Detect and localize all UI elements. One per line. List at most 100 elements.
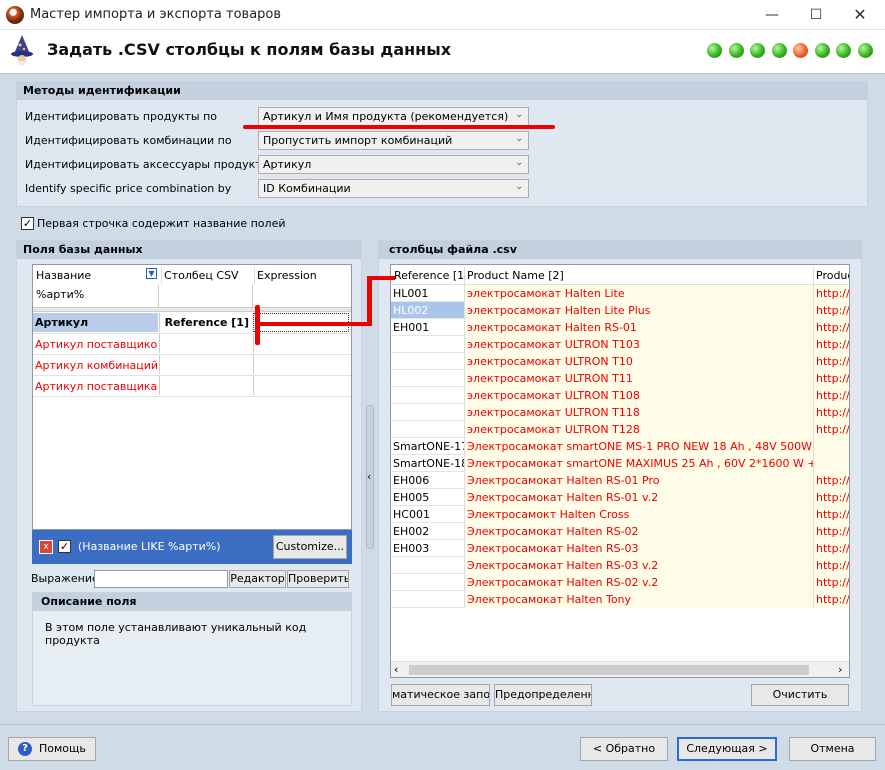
- csv-product-link-cell: http://: [813, 591, 849, 608]
- annotation-connector: [255, 322, 370, 326]
- cancel-button[interactable]: Отмена: [789, 737, 876, 761]
- first-row-checkbox[interactable]: ✓: [21, 217, 34, 230]
- expression-cell[interactable]: [253, 376, 349, 395]
- scroll-left-icon[interactable]: ‹: [394, 663, 398, 676]
- csv-column-cell[interactable]: Reference [1]: [159, 313, 252, 332]
- help-button[interactable]: ? Помощь: [8, 737, 96, 761]
- table-row[interactable]: электросамокат ULTRON T10 http://: [391, 353, 849, 370]
- csv-column-cell[interactable]: [159, 376, 252, 395]
- autofill-button[interactable]: матическое запол: [391, 684, 490, 706]
- table-row[interactable]: EH006 Электросамокат Halten RS-01 Pro http…: [391, 472, 849, 489]
- csv-reference-cell: HC001: [391, 506, 464, 523]
- csv-product-link-cell: http://: [813, 319, 849, 336]
- table-row[interactable]: HL001 электросамокат Halten Lite http://: [391, 285, 849, 302]
- column-header-name[interactable]: Название: [34, 267, 144, 284]
- csv-column-header-product-link[interactable]: Produc: [813, 267, 849, 284]
- csv-product-link-cell: http://: [813, 404, 849, 421]
- close-button[interactable]: ✕: [838, 0, 882, 30]
- csv-product-link-cell: http://: [813, 387, 849, 404]
- chevron-down-icon: ⌄: [515, 134, 523, 144]
- chevron-down-icon: ⌄: [515, 110, 523, 120]
- customize-button[interactable]: Customize...: [273, 535, 347, 559]
- table-row[interactable]: электросамокат ULTRON T103 http://: [391, 336, 849, 353]
- scrollbar-thumb[interactable]: [409, 665, 809, 675]
- table-row[interactable]: электросамокат ULTRON T128 http://: [391, 421, 849, 438]
- csv-reference-cell: [391, 421, 464, 438]
- filter-row-input[interactable]: %арти%: [34, 286, 158, 303]
- csv-product-link-cell: http://: [813, 472, 849, 489]
- chevron-left-icon[interactable]: ‹: [367, 470, 371, 483]
- filter-enabled-checkbox[interactable]: ✓: [58, 540, 71, 553]
- table-row[interactable]: электросамокат ULTRON T118 http://: [391, 404, 849, 421]
- predefined-button[interactable]: Предопределенное: [494, 684, 592, 706]
- table-row[interactable]: Артикул комбинаций: [33, 355, 351, 376]
- csv-product-name-cell: Электросамокат Halten RS-02: [464, 523, 813, 540]
- table-row[interactable]: Электросамокат Halten Tony http://: [391, 591, 849, 608]
- csv-product-name-cell: Электросамокат Halten RS-03 v.2: [464, 557, 813, 574]
- first-row-label: Первая строчка содержит название полей: [37, 217, 286, 230]
- table-row[interactable]: EH003 Электросамокат Halten RS-03 http://: [391, 540, 849, 557]
- csv-product-name-cell: электросамокат ULTRON T11: [464, 370, 813, 387]
- table-row[interactable]: EH005 Электросамокат Halten RS-01 v.2 http…: [391, 489, 849, 506]
- panel-title: Поля базы данных: [17, 241, 361, 259]
- annotation-connector-top: [367, 276, 395, 280]
- expression-cell[interactable]: [253, 355, 349, 374]
- field-description-panel: Описание поля В этом поле устанавливают …: [32, 592, 352, 706]
- table-row[interactable]: EH002 Электросамокат Halten RS-02 http://: [391, 523, 849, 540]
- csv-reference-cell: EH005: [391, 489, 464, 506]
- maximize-button[interactable]: ☐: [794, 0, 838, 30]
- method-select-4[interactable]: ID Комбинации ⌄: [258, 179, 529, 198]
- table-row[interactable]: Артикул поставщиков: [33, 334, 351, 355]
- csv-product-link-cell: http://: [813, 353, 849, 370]
- table-row[interactable]: электросамокат ULTRON T11 http://: [391, 370, 849, 387]
- next-button[interactable]: Следующая >: [677, 737, 777, 761]
- csv-product-link-cell: http://: [813, 574, 849, 591]
- column-header-csv[interactable]: Столбец CSV: [161, 267, 253, 284]
- csv-reference-cell: EH006: [391, 472, 464, 489]
- table-row[interactable]: электросамокат ULTRON T108 http://: [391, 387, 849, 404]
- app-icon: [6, 6, 24, 24]
- csv-column-cell[interactable]: [159, 355, 252, 374]
- expression-input[interactable]: [94, 570, 228, 588]
- csv-reference-cell: HL002: [391, 302, 464, 319]
- clear-filter-icon[interactable]: x: [39, 540, 53, 554]
- method-select-value: Артикул: [263, 158, 312, 171]
- chevron-down-icon: ⌄: [515, 182, 523, 192]
- panel-title: Описание поля: [33, 593, 351, 611]
- filter-icon[interactable]: ▼: [146, 268, 157, 279]
- method-select-3[interactable]: Артикул ⌄: [258, 155, 529, 174]
- csv-column-cell[interactable]: [159, 334, 252, 353]
- column-header-expression[interactable]: Expression: [254, 267, 350, 284]
- editor-button[interactable]: Редактор: [229, 570, 286, 588]
- csv-column-header-reference[interactable]: Reference [1]: [392, 267, 463, 284]
- table-row[interactable]: HL002 электросамокат Halten Lite Plus http…: [391, 302, 849, 319]
- minimize-button[interactable]: —: [750, 0, 794, 30]
- expression-cell[interactable]: [253, 334, 349, 353]
- method-select-1[interactable]: Артикул и Имя продукта (рекомендуется) ⌄: [258, 107, 529, 126]
- clear-button[interactable]: Очистить: [751, 684, 849, 706]
- csv-reference-cell: [391, 557, 464, 574]
- csv-grid: Reference [1] Product Name [2] Produc HL…: [390, 264, 850, 678]
- csv-product-name-cell: Электросамокат Halten RS-01 Pro: [464, 472, 813, 489]
- method-select-2[interactable]: Пропустить импорт комбинаций ⌄: [258, 131, 529, 150]
- table-row[interactable]: Электросамокат Halten RS-02 v.2 http://: [391, 574, 849, 591]
- table-row[interactable]: HC001 Электросамокт Halten Cross http://: [391, 506, 849, 523]
- csv-reference-cell: EH003: [391, 540, 464, 557]
- method-select-value: Артикул и Имя продукта (рекомендуется): [263, 110, 509, 123]
- scroll-right-icon[interactable]: ›: [838, 663, 842, 676]
- check-button[interactable]: Проверить: [287, 570, 349, 588]
- window-title: Мастер импорта и экспорта товаров: [30, 7, 282, 22]
- back-button[interactable]: < Обратно: [580, 737, 668, 761]
- table-row[interactable]: Электросамокат Halten RS-03 v.2 http://: [391, 557, 849, 574]
- step-7-indicator: [836, 43, 851, 58]
- csv-column-header-product-name[interactable]: Product Name [2]: [464, 267, 812, 284]
- field-name-cell: Артикул комбинаций: [35, 359, 158, 372]
- table-row[interactable]: SmartONE-18 Электросамокат smartONE MAXIM…: [391, 455, 849, 472]
- table-row[interactable]: EH001 электросамокат Halten RS-01 http://: [391, 319, 849, 336]
- csv-reference-cell: [391, 574, 464, 591]
- csv-product-link-cell: [813, 455, 849, 472]
- table-row[interactable]: Артикул поставщика ко: [33, 376, 351, 397]
- table-row[interactable]: SmartONE-17 Электросамокат smartONE MS-1 …: [391, 438, 849, 455]
- csv-product-link-cell: [813, 438, 849, 455]
- horizontal-scrollbar[interactable]: ‹ ›: [391, 661, 849, 677]
